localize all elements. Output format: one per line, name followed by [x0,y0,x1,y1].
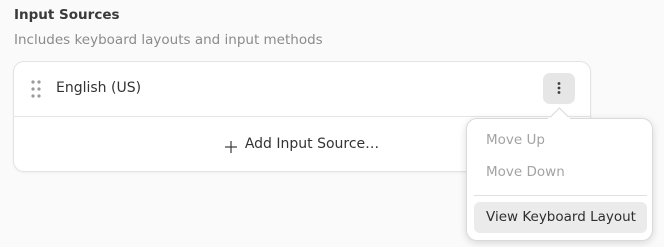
vertical-ellipsis-icon [557,79,561,98]
section-title: Input Sources [14,7,120,23]
input-source-label: English (US) [56,80,142,96]
menu-item-move-up[interactable]: Move Up [474,125,647,156]
section-subtitle: Includes keyboard layouts and input meth… [14,32,323,48]
add-input-source-label: Add Input Source… [244,136,380,152]
input-source-row[interactable]: English (US) [14,62,590,117]
row-menu-button[interactable] [543,73,575,104]
row-context-menu: Move Up Move Down View Keyboard Layout [466,118,653,241]
drag-handle-icon[interactable] [31,80,41,98]
plus-icon [224,138,237,153]
menu-item-move-down[interactable]: Move Down [474,157,647,188]
menu-item-view-keyboard-layout[interactable]: View Keyboard Layout [474,202,647,233]
menu-separator [474,195,647,196]
